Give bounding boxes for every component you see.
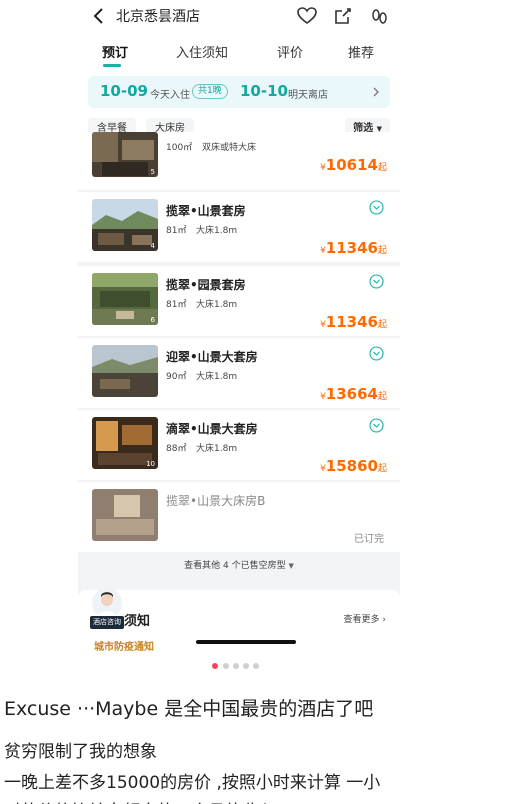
notice-card: 酒店咨询 须知 查看更多 › 城市防疫通知 [78, 588, 400, 652]
carousel-indicator [0, 661, 513, 671]
home-indicator [196, 640, 296, 644]
checkout-label: 明天离店 [288, 90, 328, 101]
room-name: 揽翠•山景大床房B [166, 494, 266, 508]
nights-badge: 共1晚 [192, 84, 228, 99]
tab-booking[interactable]: 预订 [102, 42, 128, 61]
consultant-avatar[interactable] [92, 588, 122, 618]
city-epidemic-notice[interactable]: 城市防疫通知 [94, 638, 154, 652]
room-bed: 双床或特大床 [202, 143, 257, 153]
room-area: 90㎡ [166, 372, 187, 382]
tab-recommend[interactable]: 推荐 [348, 42, 374, 61]
chevron-left-icon[interactable] [90, 6, 108, 26]
share-icon[interactable] [332, 5, 354, 27]
room-photo [92, 489, 158, 541]
room-bed: 大床1.8m [196, 300, 238, 310]
room-card[interactable]: 10 滴翠•山景大套房 88㎡ 大床1.8m ¥15860起 [78, 410, 400, 480]
checkin-date: 10-09 [100, 82, 148, 100]
room-card[interactable]: 4 揽翠•山景套房 81㎡ 大床1.8m ¥11346起 [78, 192, 400, 262]
post-body-cutoff: 时的价格比较白领人的一个月的收入 [4, 797, 509, 804]
expand-chevron-icon[interactable] [369, 346, 384, 361]
room-card: 揽翠•山景大床房B 已订完 [78, 482, 400, 552]
photo-count: 10 [146, 460, 155, 468]
carousel-dot[interactable] [223, 663, 229, 669]
room-photo: 5 [92, 132, 158, 177]
room-photo: 4 [92, 199, 158, 251]
view-sold-out-rooms-link[interactable]: 查看其他 4 个已售空房型 ▼ [78, 558, 400, 580]
expand-chevron-icon[interactable] [369, 200, 384, 215]
hotel-consult-badge[interactable]: 酒店咨询 [90, 616, 124, 629]
room-bed: 大床1.8m [196, 372, 238, 382]
room-card[interactable]: 迎翠•山景大套房 90㎡ 大床1.8m ¥13664起 [78, 338, 400, 408]
checkin-label: 今天入住 [150, 90, 190, 101]
post-title: Excuse ···Maybe 是全中国最贵的酒店了吧 [4, 698, 374, 720]
sold-out-label: 已订完 [354, 534, 384, 545]
date-selector[interactable]: 10-09 今天入住 共1晚 10-10 明天离店 [88, 76, 390, 108]
expand-chevron-icon[interactable] [369, 418, 384, 433]
room-area: 81㎡ [166, 300, 187, 310]
carousel-dot[interactable] [233, 663, 239, 669]
view-more-label: 查看更多 [343, 615, 380, 625]
footprint-icon[interactable] [368, 5, 390, 27]
hotel-name-title: 北京悉昙酒店 [116, 9, 200, 25]
hotel-app-screenshot: 北京悉昙酒店 预订 入住须知 评价 推荐 10-09 今天入住 共1晚 10-1… [78, 0, 400, 652]
room-price: ¥13664起 [320, 385, 387, 403]
room-area: 81㎡ [166, 226, 187, 236]
room-photo: 6 [92, 273, 158, 325]
photo-count: 5 [150, 168, 155, 176]
room-list: 5 100㎡ 双床或特大床 ¥10614起 4 揽翠•山景套房 81㎡ 大床1.… [78, 132, 400, 652]
view-more-link[interactable]: 查看更多 › [344, 612, 387, 625]
carousel-dot[interactable] [253, 663, 259, 669]
expand-chevron-icon[interactable] [369, 274, 384, 289]
view-sold-out-rooms-label: 查看其他 4 个已售空房型 [184, 561, 286, 571]
checkout-date: 10-10 [240, 82, 288, 100]
room-area: 88㎡ [166, 444, 187, 454]
carousel-dot[interactable] [243, 663, 249, 669]
room-area: 100㎡ [166, 143, 193, 153]
room-price: ¥11346起 [320, 239, 387, 257]
heart-icon[interactable] [296, 5, 318, 27]
room-card[interactable]: 6 揽翠•园景套房 81㎡ 大床1.8m ¥11346起 [78, 266, 400, 336]
room-photo [92, 345, 158, 397]
room-card[interactable]: 5 100㎡ 双床或特大床 ¥10614起 [78, 132, 400, 190]
room-bed: 大床1.8m [196, 444, 238, 454]
top-nav-bar: 北京悉昙酒店 [78, 0, 400, 32]
room-name: 揽翠•园景套房 [166, 278, 246, 292]
room-name: 迎翠•山景大套房 [166, 350, 258, 364]
photo-count: 6 [150, 316, 155, 324]
caret-down-icon: ▼ [288, 562, 294, 570]
room-name: 揽翠•山景套房 [166, 204, 246, 218]
room-price: ¥11346起 [320, 313, 387, 331]
tab-bar: 预订 入住须知 评价 推荐 [78, 38, 400, 68]
room-price: ¥15860起 [320, 457, 387, 475]
post-body-line: 贫穷限制了我的想象 [4, 742, 157, 762]
photo-count: 4 [150, 242, 155, 250]
notice-title: 须知 [124, 614, 151, 629]
active-tab-indicator [103, 64, 121, 67]
chevron-right-icon: › [382, 615, 386, 625]
tab-checkin-notes[interactable]: 入住须知 [176, 42, 228, 61]
chevron-right-icon [373, 87, 379, 97]
room-photo: 10 [92, 417, 158, 469]
room-price: ¥10614起 [320, 156, 387, 174]
tab-reviews[interactable]: 评价 [277, 42, 303, 61]
post-body-line-cutoff: 时的价格比较白领人的一个月的收入 [4, 797, 509, 804]
room-name: 滴翠•山景大套房 [166, 422, 258, 436]
carousel-dot-active[interactable] [212, 663, 218, 669]
room-bed: 大床1.8m [196, 226, 238, 236]
post-body-line: 一晚上差不多15000的房价 ,按照小时来计算 一小 [4, 773, 381, 793]
